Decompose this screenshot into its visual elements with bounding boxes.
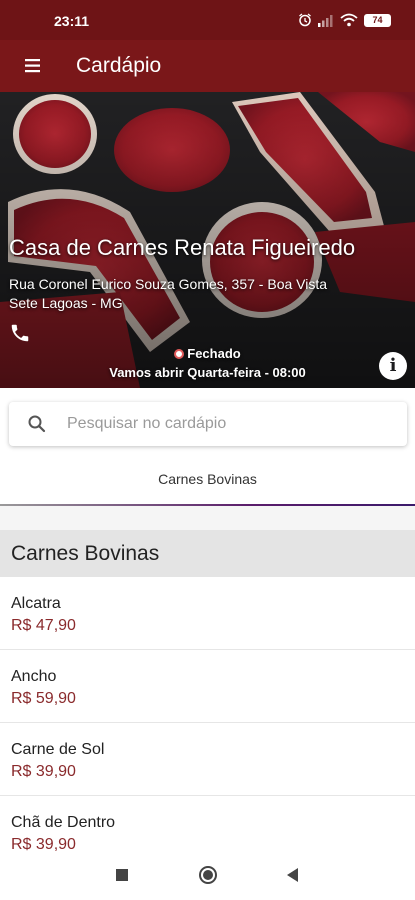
section-header: Carnes Bovinas xyxy=(0,530,415,577)
section-title: Carnes Bovinas xyxy=(11,542,160,565)
store-status: Fechado xyxy=(0,346,415,361)
list-item[interactable]: Carne de Sol R$ 39,90 xyxy=(0,723,415,796)
alarm-icon xyxy=(298,13,312,27)
phone-icon[interactable] xyxy=(9,322,33,346)
status-bar: 23:11 74 xyxy=(0,0,415,40)
list-item[interactable]: Ancho R$ 59,90 xyxy=(0,650,415,723)
store-address: Rua Coronel Eurico Souza Gomes, 357 - Bo… xyxy=(9,275,327,313)
store-hero: Casa de Carnes Renata Figueiredo Rua Cor… xyxy=(0,92,415,388)
store-reopen-text: Vamos abrir Quarta-feira - 08:00 xyxy=(109,365,306,380)
item-name: Carne de Sol xyxy=(11,741,105,758)
item-name: Chã de Dentro xyxy=(11,814,116,831)
closed-status-icon xyxy=(174,349,185,359)
list-item[interactable]: Alcatra R$ 47,90 xyxy=(0,577,415,650)
wifi-icon xyxy=(340,13,358,27)
search-input[interactable] xyxy=(67,402,397,446)
divider xyxy=(0,506,415,530)
home-icon[interactable] xyxy=(199,866,217,884)
item-price: R$ 59,90 xyxy=(11,690,76,707)
signal-icon xyxy=(318,14,334,27)
item-name: Ancho xyxy=(11,668,57,685)
category-tabs: Carnes Bovinas xyxy=(0,456,415,506)
tab-label: Carnes Bovinas xyxy=(158,471,257,487)
battery-icon: 74 xyxy=(364,13,391,27)
item-price: R$ 39,90 xyxy=(11,763,76,780)
tab-carnes-bovinas[interactable]: Carnes Bovinas xyxy=(0,456,415,506)
system-nav-bar xyxy=(0,852,415,900)
store-status-text: Fechado xyxy=(187,346,241,361)
store-address-line1: Rua Coronel Eurico Souza Gomes, 357 - Bo… xyxy=(9,276,328,292)
app-bar: Cardápio xyxy=(0,40,415,92)
menu-icon[interactable] xyxy=(22,56,46,76)
page-title: Cardápio xyxy=(76,54,162,77)
search-bar[interactable] xyxy=(9,402,407,446)
store-name: Casa de Carnes Renata Figueiredo xyxy=(9,235,356,260)
search-icon xyxy=(27,414,47,439)
item-price: R$ 47,90 xyxy=(11,617,76,634)
status-time: 23:11 xyxy=(54,13,90,29)
item-name: Alcatra xyxy=(11,595,61,612)
status-icons: 74 xyxy=(298,11,391,29)
menu-list: Alcatra R$ 47,90 Ancho R$ 59,90 Carne de… xyxy=(0,577,415,869)
recent-apps-icon[interactable] xyxy=(116,869,128,881)
store-address-line2: Sete Lagoas - MG xyxy=(9,295,123,311)
info-icon[interactable]: i xyxy=(379,352,407,380)
back-icon[interactable] xyxy=(287,868,298,882)
